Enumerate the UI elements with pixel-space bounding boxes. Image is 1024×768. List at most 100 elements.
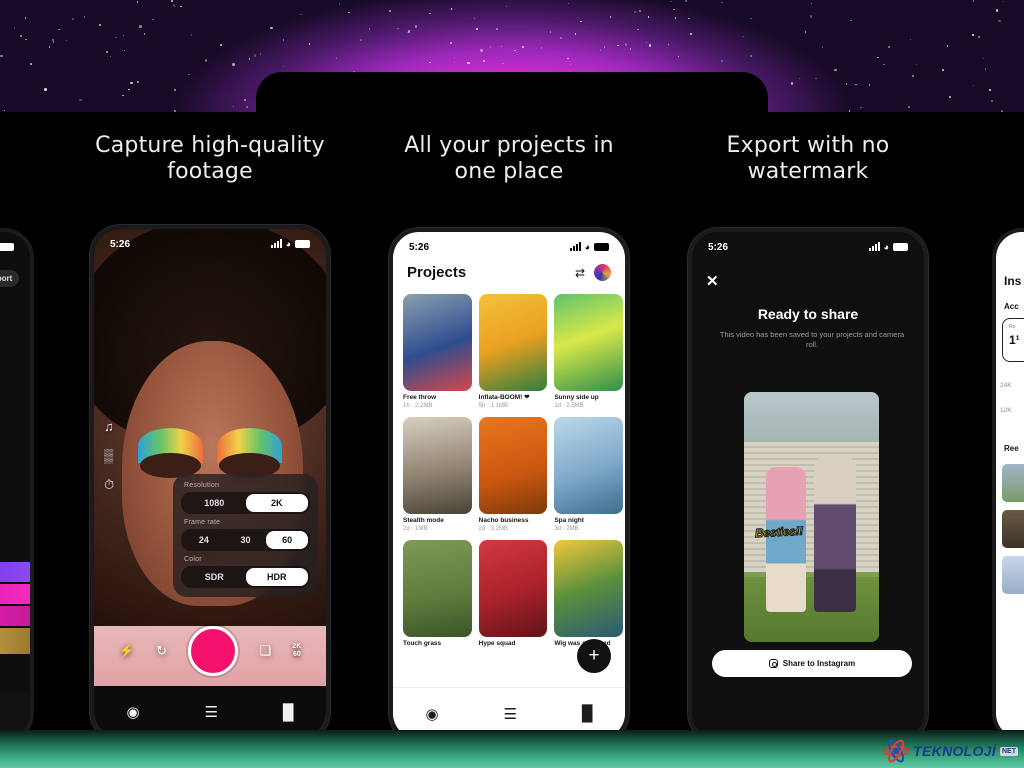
project-name: Spa night bbox=[554, 517, 584, 524]
music-note-icon[interactable]: ♫ bbox=[104, 419, 114, 434]
resolution-segmented-control[interactable]: 1080 2K bbox=[181, 492, 310, 514]
tab-record[interactable]: ◉ bbox=[425, 705, 438, 723]
framerate-label: Frame rate bbox=[184, 519, 221, 526]
project-thumbnail[interactable] bbox=[478, 294, 548, 391]
status-bar: 5:26 ◕ bbox=[393, 232, 625, 262]
status-bar bbox=[996, 232, 1024, 262]
avatar[interactable] bbox=[594, 264, 611, 281]
project-card[interactable]: Free throw 1h · 2.2MB bbox=[403, 294, 472, 410]
page-subtitle: This video has been saved to your projec… bbox=[719, 330, 905, 349]
project-name: Hype squad bbox=[478, 640, 516, 647]
project-card[interactable]: Hype squad bbox=[478, 540, 548, 649]
project-card[interactable]: Wig was snatched bbox=[554, 540, 623, 649]
instagram-reel-thumb[interactable] bbox=[1002, 464, 1024, 502]
timer-icon[interactable]: ⏱ bbox=[104, 477, 114, 493]
instagram-stat-1: 24K bbox=[1000, 382, 1012, 389]
project-name: Touch grass bbox=[403, 640, 442, 647]
color-segmented-control[interactable]: SDR HDR bbox=[181, 566, 310, 588]
tab-projects[interactable]: ☰ bbox=[504, 705, 517, 723]
preview-grass bbox=[744, 577, 879, 642]
framerate-option-24[interactable]: 24 bbox=[183, 531, 225, 549]
status-bar: 5:26 ◕ bbox=[94, 229, 326, 259]
page-title-projects: All your projects in one place bbox=[404, 133, 614, 184]
project-card[interactable]: Sunny side up 1d · 2.5MB bbox=[554, 294, 623, 410]
gallery-icon[interactable]: ❑ bbox=[259, 643, 271, 659]
resolution-label: Resolution bbox=[184, 482, 220, 489]
tab-stats[interactable]: █ bbox=[582, 705, 593, 722]
effects-grid-icon[interactable]: ▒ bbox=[104, 448, 114, 463]
projects-header: Projects ⇄ bbox=[393, 264, 625, 281]
project-meta: 2d · 1MB bbox=[403, 526, 428, 532]
screenshot-stage: Capture high-quality footage All your pr… bbox=[0, 0, 1024, 768]
camera-controls: ⚡ ↻ ❑ 2K 60 bbox=[94, 626, 326, 676]
camera-settings-card: Resolution 1080 2K Frame rate 24 30 60 C… bbox=[173, 474, 318, 597]
wifi-icon: ◕ bbox=[584, 242, 590, 252]
resolution-option-2k[interactable]: 2K bbox=[245, 494, 308, 512]
resolution-option-1080[interactable]: 1080 bbox=[183, 494, 246, 512]
project-thumbnail[interactable] bbox=[554, 294, 623, 391]
color-option-hdr[interactable]: HDR bbox=[245, 568, 308, 586]
tab-stats[interactable]: █ bbox=[283, 704, 294, 721]
project-card[interactable]: Stealth mode 2d · 1MB bbox=[403, 417, 472, 533]
cellular-bars-icon bbox=[270, 239, 282, 248]
flash-icon[interactable]: ⚡ bbox=[119, 643, 135, 659]
camera-tool-rail: ♫ ▒ ⏱ bbox=[104, 419, 114, 493]
cellular-bars-icon bbox=[569, 242, 581, 251]
page-title-capture: Capture high-quality footage bbox=[95, 133, 325, 184]
framerate-segmented-control[interactable]: 24 30 60 bbox=[181, 529, 310, 551]
timeline-clip[interactable] bbox=[0, 606, 30, 626]
quality-badge[interactable]: 2K 60 bbox=[292, 643, 301, 659]
tab-record[interactable]: ◉ bbox=[126, 703, 139, 721]
project-card[interactable]: Inflata-BOOM! ❤ 5h · 1.1MB bbox=[478, 294, 548, 410]
project-thumbnail[interactable] bbox=[403, 417, 472, 514]
phone-projects: 5:26 ◕ Projects ⇄ Free throw 1h · 2.2MB In… bbox=[389, 228, 629, 743]
project-card[interactable]: Spa night 3d · 2MB bbox=[554, 417, 623, 533]
instagram-stat-2: 12K bbox=[1000, 407, 1012, 414]
project-thumbnail[interactable] bbox=[478, 540, 548, 637]
status-bar bbox=[0, 232, 30, 262]
color-option-sdr[interactable]: SDR bbox=[183, 568, 246, 586]
status-icons bbox=[0, 243, 14, 251]
timeline-clip[interactable] bbox=[0, 562, 30, 582]
instagram-reel-thumb[interactable] bbox=[1002, 510, 1024, 548]
project-thumbnail[interactable] bbox=[554, 417, 623, 514]
sort-icon[interactable]: ⇄ bbox=[575, 266, 585, 280]
instagram-section-label: Acc bbox=[1004, 302, 1019, 311]
project-meta: 1h · 2.2MB bbox=[403, 403, 433, 409]
share-to-instagram-button[interactable]: Share to Instagram bbox=[712, 650, 912, 677]
close-icon[interactable]: ✕ bbox=[706, 272, 719, 290]
instagram-icon bbox=[768, 659, 778, 668]
quality-badge-fps: 60 bbox=[292, 651, 301, 658]
framerate-option-30[interactable]: 30 bbox=[225, 531, 267, 549]
projects-grid: Free throw 1h · 2.2MB Inflata-BOOM! ❤ 5h · … bbox=[403, 294, 623, 649]
metric-label: Re bbox=[1009, 324, 1016, 330]
project-card[interactable]: Nacho business 2d · 3.2MB bbox=[478, 417, 548, 533]
preview-wall bbox=[744, 442, 879, 572]
instagram-reel-thumb[interactable] bbox=[1002, 556, 1024, 594]
tab-projects[interactable]: ☰ bbox=[205, 703, 218, 721]
project-thumbnail[interactable] bbox=[554, 540, 623, 637]
project-name: Inflata-BOOM! ❤ bbox=[478, 394, 530, 401]
battery-icon bbox=[295, 240, 310, 248]
phone-camera: 5:26 ◕ ♫ ▒ ⏱ Resolution 1080 2K Frame ra… bbox=[90, 225, 330, 742]
project-thumbnail[interactable] bbox=[403, 294, 472, 391]
video-preview[interactable]: Besties!! bbox=[744, 392, 879, 642]
status-bar: 5:26 ◕ bbox=[692, 232, 924, 262]
project-thumbnail[interactable] bbox=[403, 540, 472, 637]
project-meta: 5h · 1.1MB bbox=[478, 403, 509, 409]
add-project-button[interactable]: + bbox=[577, 639, 611, 673]
timeline-clip[interactable] bbox=[0, 628, 30, 654]
export-button[interactable]: Export bbox=[0, 270, 20, 287]
color-label: Color bbox=[184, 556, 202, 563]
project-thumbnail[interactable] bbox=[478, 417, 548, 514]
instagram-metric-card[interactable]: Re 1¹ bbox=[1002, 318, 1024, 362]
preview-person-right bbox=[814, 457, 857, 612]
project-meta: 1d · 2.5MB bbox=[554, 403, 584, 409]
timeline-clip[interactable] bbox=[0, 584, 30, 604]
framerate-option-60[interactable]: 60 bbox=[266, 531, 309, 549]
watermark: TEKNOLOJİ NET bbox=[883, 738, 1018, 764]
record-button[interactable] bbox=[188, 626, 239, 676]
flip-camera-icon[interactable]: ↻ bbox=[156, 643, 167, 659]
status-time: 5:26 bbox=[409, 241, 430, 253]
project-card[interactable]: Touch grass bbox=[403, 540, 472, 649]
